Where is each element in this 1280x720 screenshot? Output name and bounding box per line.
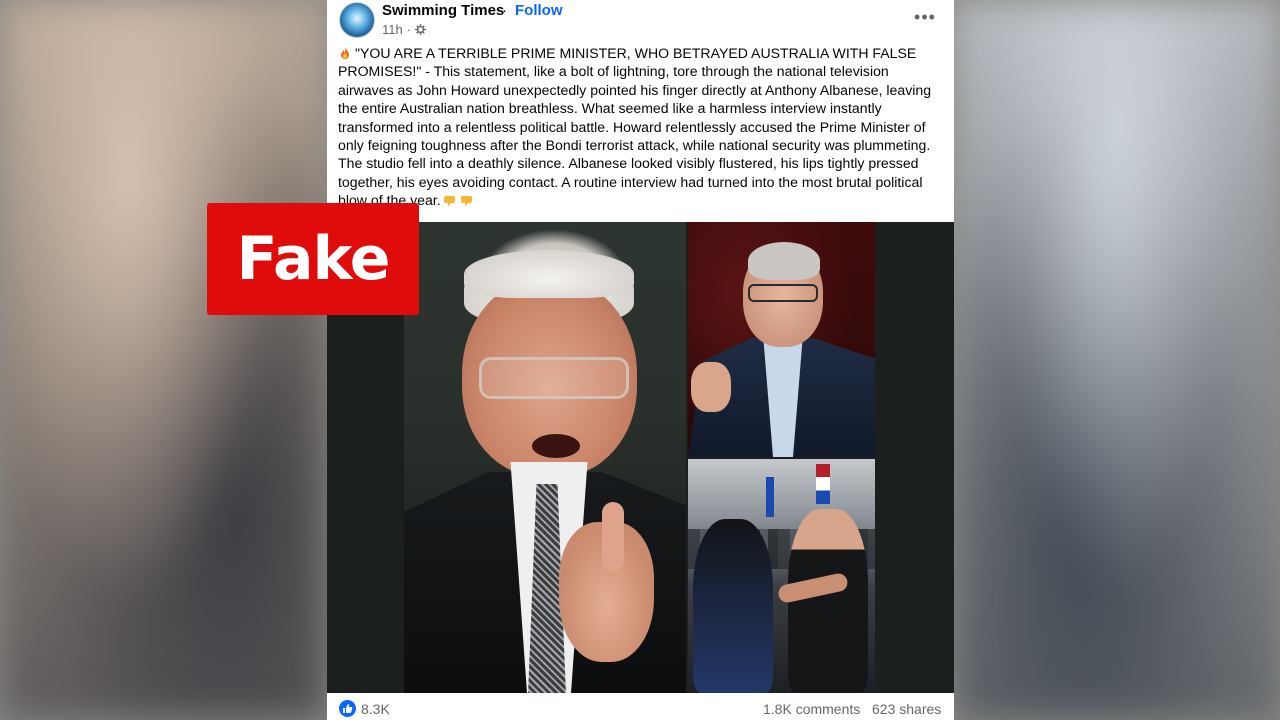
blurred-background-left xyxy=(0,0,327,720)
pointing-down-emoji-icon xyxy=(460,196,472,207)
meta-separator: · xyxy=(406,22,412,37)
page-name[interactable]: Swimming Times xyxy=(382,2,504,19)
audience-gear-icon[interactable] xyxy=(415,24,427,35)
comments-count[interactable]: 1.8K comments xyxy=(763,701,860,717)
post-meta: 11h · xyxy=(382,22,427,37)
post-image-collage[interactable] xyxy=(327,222,954,693)
more-options-icon[interactable]: ••• xyxy=(914,6,936,28)
facebook-post: Swimming Times · Follow 11h · ••• "YOU A… xyxy=(327,0,954,720)
post-body: "YOU ARE A TERRIBLE PRIME MINISTER, WHO … xyxy=(338,44,944,210)
john-howard-pointing-photo[interactable] xyxy=(404,222,686,693)
thumbs-up-icon xyxy=(343,704,353,713)
fake-label-overlay: Fake xyxy=(207,203,419,315)
reactions-count[interactable]: 8.3K xyxy=(361,701,390,717)
name-separator: · xyxy=(502,2,507,19)
post-header: Swimming Times · Follow 11h · ••• xyxy=(337,0,944,42)
post-footer: 8.3K 1.8K comments 623 shares xyxy=(327,693,954,720)
blurred-background-right xyxy=(953,0,1280,720)
fire-emoji-icon xyxy=(341,47,349,59)
post-body-text: "YOU ARE A TERRIBLE PRIME MINISTER, WHO … xyxy=(338,45,932,209)
anthony-albanese-photo[interactable] xyxy=(688,222,875,457)
post-timestamp[interactable]: 11h xyxy=(382,22,403,37)
shares-count[interactable]: 623 shares xyxy=(872,701,941,717)
pointing-down-emoji-icon xyxy=(443,196,455,207)
page-avatar[interactable] xyxy=(339,2,375,38)
follow-button[interactable]: Follow xyxy=(515,2,563,19)
like-reaction-icon[interactable] xyxy=(339,700,356,717)
protest-clash-photo[interactable] xyxy=(688,459,875,693)
